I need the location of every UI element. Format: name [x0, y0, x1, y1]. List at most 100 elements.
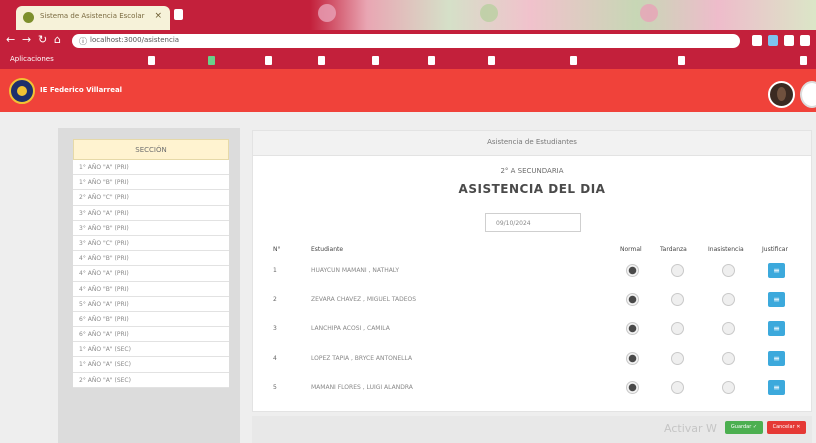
user-avatar[interactable] [768, 81, 795, 108]
sidebar-item-section[interactable]: 4° AÑO "B" (PRI) [73, 251, 229, 267]
bookmark-icon[interactable] [318, 56, 325, 65]
url-text: localhost:3000/asistencia [90, 36, 180, 44]
extension-icon[interactable] [752, 35, 762, 46]
student-name: ZEVARA CHAVEZ , MIGUEL TADEOS [311, 296, 417, 303]
bookmark-icon[interactable] [148, 56, 155, 65]
bookmark-icon[interactable] [488, 56, 495, 65]
extension-icon[interactable] [768, 35, 778, 46]
bookmark-icon[interactable] [372, 56, 379, 65]
tab-close-icon[interactable]: × [154, 11, 162, 21]
browser-tabstrip: Sistema de Asistencia Escolar × [0, 0, 816, 30]
tardanza-radio[interactable] [671, 264, 684, 277]
row-number: 1 [273, 267, 277, 274]
normal-radio[interactable] [626, 293, 639, 306]
student-name: MAMANI FLORES , LUIGI ALANDRA [311, 384, 413, 391]
inasistencia-radio[interactable] [722, 352, 735, 365]
normal-radio[interactable] [626, 352, 639, 365]
sidebar-item-section[interactable]: 1° AÑO "A" (PRI) [73, 160, 229, 176]
tardanza-radio[interactable] [671, 293, 684, 306]
card-title: Asistencia de Estudiantes [487, 138, 577, 146]
normal-radio[interactable] [626, 264, 639, 277]
sidebar-item-section[interactable]: 4° AÑO "A" (PRI) [73, 266, 229, 282]
justify-button[interactable]: ≡ [768, 380, 785, 395]
bookmark-icon[interactable] [570, 56, 577, 65]
justify-button[interactable]: ≡ [768, 321, 785, 336]
section-list-header: SECCIÓN [73, 139, 229, 160]
row-number: 3 [273, 325, 277, 332]
app-header: IE Federico Villarreal [0, 69, 816, 112]
back-icon[interactable]: ← [6, 33, 15, 46]
inasistencia-radio[interactable] [722, 293, 735, 306]
justify-button[interactable]: ≡ [768, 263, 785, 278]
column-header-normal: Normal [620, 246, 642, 253]
column-header-inasistencia: Inasistencia [708, 246, 744, 253]
flower-decoration [318, 4, 336, 22]
sidebar-item-section[interactable]: 5° AÑO "A" (PRI) [73, 296, 229, 312]
student-name: LANCHIPA ACOSI , CAMILA [311, 325, 390, 332]
sidebar-item-section[interactable]: 4° AÑO "B" (PRI) [73, 281, 229, 297]
row-number: 2 [273, 296, 277, 303]
menu-icon[interactable] [800, 35, 810, 46]
school-logo-icon [9, 78, 35, 104]
sidebar-item-section[interactable]: 3° AÑO "C" (PRI) [73, 235, 229, 252]
table-row: 3 LANCHIPA ACOSI , CAMILA ≡ [253, 317, 811, 345]
sidebar-item-section[interactable]: 6° AÑO "A" (PRI) [73, 327, 229, 343]
new-tab-button[interactable] [174, 9, 183, 20]
table-row: 5 MAMANI FLORES , LUIGI ALANDRA ≡ [253, 376, 811, 404]
column-header-justificar: Justificar [762, 246, 788, 253]
address-bar[interactable]: ⓘ localhost:3000/asistencia [72, 34, 740, 48]
normal-radio[interactable] [626, 381, 639, 394]
page-title: ASISTENCIA DEL DIA [458, 182, 606, 196]
sidebar-item-section[interactable]: 2° AÑO "C" (PRI) [73, 190, 229, 206]
sidebar-item-section[interactable]: 1° AÑO "A" (SEC) [73, 357, 229, 373]
inasistencia-radio[interactable] [722, 264, 735, 277]
student-name: LOPEZ TAPIA , BRYCE ANTONELLA [311, 355, 413, 362]
column-header-student: Estudiante [311, 246, 344, 253]
card-header: Asistencia de Estudiantes [253, 131, 811, 156]
row-number: 5 [273, 384, 277, 391]
grade-label: 2° A SECUNDARIA [500, 167, 564, 175]
home-icon[interactable]: ⌂ [54, 33, 61, 46]
bookmark-icon[interactable] [678, 56, 685, 65]
sidebar-item-section[interactable]: 6° AÑO "B" (PRI) [73, 311, 229, 328]
attendance-card: Asistencia de Estudiantes 2° A SECUNDARI… [252, 130, 812, 412]
sidebar-item-section[interactable]: 3° AÑO "A" (PRI) [73, 205, 229, 221]
forward-icon[interactable]: → [22, 33, 31, 46]
sidebar-item-section[interactable]: 1° AÑO "A" (SEC) [73, 342, 229, 358]
table-row: 2 ZEVARA CHAVEZ , MIGUEL TADEOS ≡ [253, 288, 811, 316]
extension-icon[interactable] [784, 35, 794, 46]
app-brand[interactable]: IE Federico Villarreal [40, 86, 122, 94]
tab-title: Sistema de Asistencia Escolar [40, 12, 145, 20]
bookmark-icon[interactable] [800, 56, 807, 65]
justify-button[interactable]: ≡ [768, 351, 785, 366]
bookmarks-apps[interactable]: Aplicaciones [10, 55, 54, 63]
sidebar-item-section[interactable]: 3° AÑO "B" (PRI) [73, 220, 229, 236]
table-row: 1 HUAYCUN MAMANI , NATHALY ≡ [253, 259, 811, 287]
date-input[interactable]: 09/10/2024 [485, 213, 581, 232]
inasistencia-radio[interactable] [722, 322, 735, 335]
tardanza-radio[interactable] [671, 352, 684, 365]
browser-toolbar: ← → ↻ ⌂ ⓘ localhost:3000/asistencia [0, 30, 816, 52]
column-header-num: N° [273, 246, 281, 253]
normal-radio[interactable] [626, 322, 639, 335]
cancel-button[interactable]: Cancelar ✕ [767, 421, 806, 434]
column-header-tardanza: Tardanza [660, 246, 687, 253]
inasistencia-radio[interactable] [722, 381, 735, 394]
browser-tab[interactable]: Sistema de Asistencia Escolar × [16, 6, 170, 30]
sidebar-item-section[interactable]: 1° AÑO "B" (PRI) [73, 175, 229, 191]
save-button[interactable]: Guardar ✓ [725, 421, 763, 434]
flower-decoration [480, 4, 498, 22]
reload-icon[interactable]: ↻ [38, 33, 47, 46]
tardanza-radio[interactable] [671, 381, 684, 394]
info-icon: ⓘ [79, 37, 87, 46]
row-number: 4 [273, 355, 277, 362]
sidebar-item-section[interactable]: 2° AÑO "A" (SEC) [73, 372, 229, 388]
section-list: SECCIÓN 1° AÑO "A" (PRI) 1° AÑO "B" (PRI)… [73, 139, 229, 388]
justify-button[interactable]: ≡ [768, 292, 785, 307]
bookmark-icon[interactable] [428, 56, 435, 65]
favicon-icon [23, 12, 34, 23]
table-row: 4 LOPEZ TAPIA , BRYCE ANTONELLA ≡ [253, 347, 811, 375]
bookmark-icon[interactable] [265, 56, 272, 65]
tardanza-radio[interactable] [671, 322, 684, 335]
bookmark-icon[interactable] [208, 56, 215, 65]
